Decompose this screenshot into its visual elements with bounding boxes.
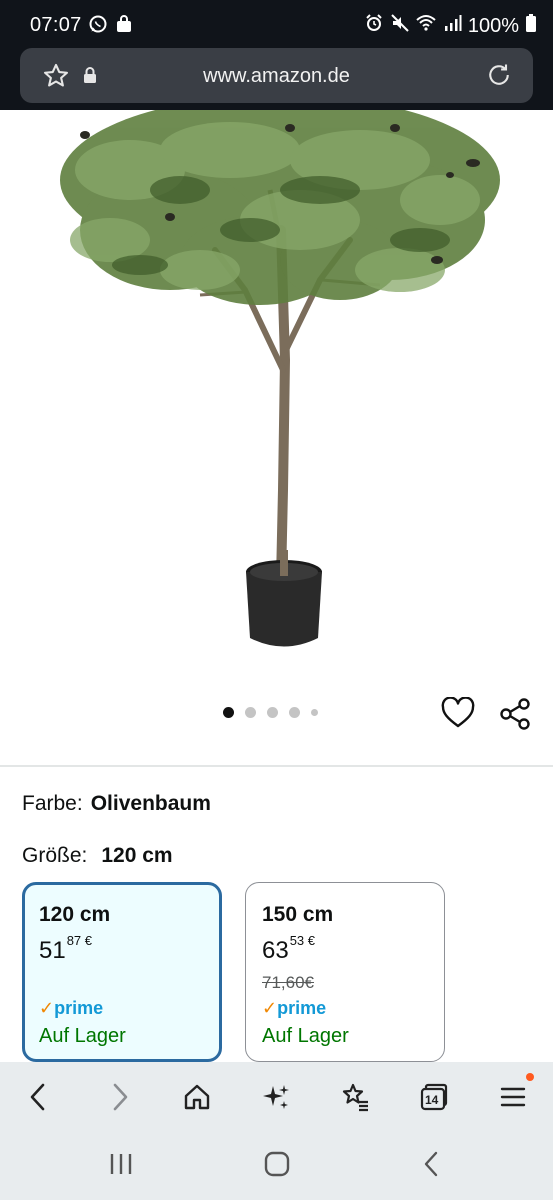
system-home-icon[interactable]: [264, 1151, 290, 1182]
forward-icon[interactable]: [105, 1082, 135, 1112]
share-icon[interactable]: [498, 697, 532, 736]
wifi-icon: [416, 13, 436, 39]
prime-badge: ✓prime: [39, 998, 103, 1019]
prime-label: prime: [277, 998, 327, 1018]
prime-check-icon: ✓: [262, 998, 278, 1018]
home-icon[interactable]: [182, 1082, 212, 1112]
tab-count: 14: [425, 1093, 439, 1107]
size-option-150cm[interactable]: 150 cm 6353 € 71,60€ ✓prime Auf Lager: [245, 882, 445, 1062]
price-fraction: 53: [289, 933, 305, 948]
price-whole: 63: [262, 937, 289, 964]
alarm-icon: [364, 13, 384, 39]
carousel-dot[interactable]: [289, 707, 300, 718]
url-box[interactable]: www.amazon.de: [20, 48, 533, 103]
signal-icon: [442, 13, 462, 39]
status-bar: 07:07 100%: [0, 0, 553, 48]
section-divider: [0, 765, 553, 767]
option-price: 5187 €: [39, 933, 205, 965]
prime-label: prime: [54, 998, 104, 1018]
battery-percent: 100%: [467, 14, 519, 37]
option-size: 120 cm: [39, 903, 111, 926]
system-nav-bar: [0, 1130, 553, 1200]
price-currency: €: [307, 933, 316, 948]
screen: 07:07 100% www.amazon.de Farbe: Olivenba…: [0, 0, 553, 1200]
carousel-dots: [223, 707, 318, 718]
price-fraction: 87: [66, 933, 82, 948]
reload-icon[interactable]: [485, 61, 513, 94]
stock-status: Auf Lager: [39, 1025, 126, 1047]
carousel-dot[interactable]: [267, 707, 278, 718]
old-price: 71,60€: [262, 973, 314, 992]
option-size: 150 cm: [262, 903, 334, 926]
status-time: 07:07: [30, 14, 82, 36]
battery-icon: [525, 13, 537, 39]
color-label: Farbe:: [22, 792, 83, 815]
size-row: Größe: 120 cm: [22, 844, 173, 868]
carousel-dot[interactable]: [223, 707, 234, 718]
size-label: Größe:: [22, 844, 88, 867]
system-back-icon[interactable]: [420, 1150, 444, 1183]
tabs-icon[interactable]: 14: [419, 1082, 449, 1112]
prime-badge: ✓prime: [262, 998, 326, 1019]
browser-toolbar: 14: [0, 1062, 553, 1130]
wishlist-heart-icon[interactable]: [441, 696, 475, 734]
stock-status: Auf Lager: [262, 1025, 349, 1047]
option-price: 6353 €: [262, 933, 428, 965]
bookmarks-icon[interactable]: [340, 1082, 370, 1112]
browser-address-bar: www.amazon.de: [0, 48, 553, 110]
sparkle-icon[interactable]: [261, 1082, 291, 1112]
notification-dot: [526, 1073, 534, 1081]
url-text[interactable]: www.amazon.de: [20, 65, 533, 88]
size-option-120cm[interactable]: 120 cm 5187 € ✓prime Auf Lager: [22, 882, 222, 1062]
menu-icon[interactable]: [498, 1073, 534, 1112]
prime-check-icon: ✓: [39, 998, 55, 1018]
mute-icon: [390, 13, 410, 39]
color-value: Olivenbaum: [90, 792, 211, 815]
whatsapp-icon: [88, 14, 108, 39]
shopping-bag-icon: [114, 14, 134, 39]
carousel-dot[interactable]: [245, 707, 256, 718]
size-value: 120 cm: [101, 844, 173, 867]
price-whole: 51: [39, 937, 66, 964]
price-currency: €: [84, 933, 93, 948]
color-row: Farbe: Olivenbaum: [22, 792, 211, 816]
recent-apps-icon[interactable]: [108, 1152, 134, 1181]
carousel-dot[interactable]: [311, 709, 318, 716]
back-icon[interactable]: [23, 1082, 53, 1112]
product-image[interactable]: [0, 110, 553, 680]
